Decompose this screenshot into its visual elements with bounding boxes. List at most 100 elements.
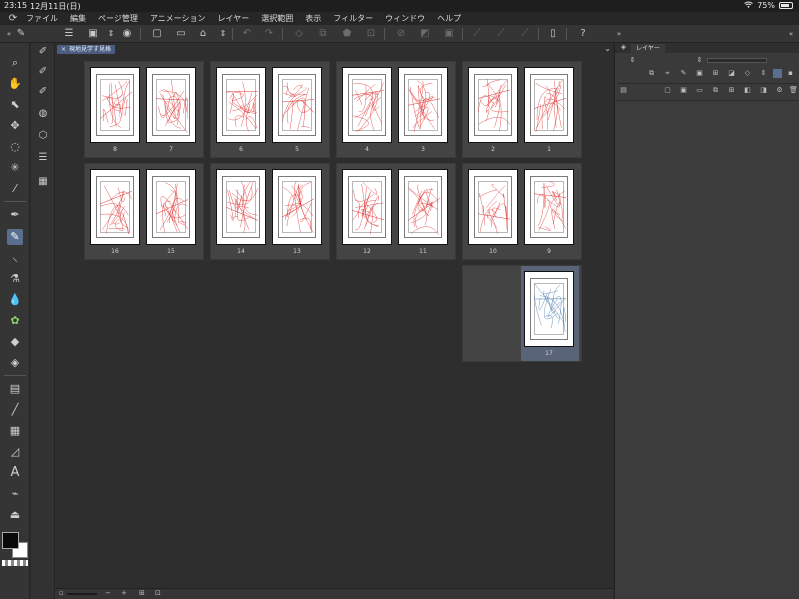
page-thumbnail[interactable] [272, 67, 322, 143]
page-thumbnail[interactable] [272, 169, 322, 245]
combine-layer-icon[interactable]: ⊞ [727, 86, 736, 95]
lasso-icon[interactable]: ◌ [7, 139, 23, 155]
color-stepper-icon[interactable]: ⇕ [759, 69, 768, 78]
transparent-color-swatch[interactable] [2, 560, 28, 566]
page-thumbnail[interactable] [216, 67, 266, 143]
text-icon[interactable]: A [7, 465, 23, 481]
menu-help[interactable]: ヘルプ [437, 13, 461, 24]
pen-icon[interactable]: ✒ [7, 207, 23, 223]
transform-icon[interactable]: ⧉ [316, 27, 330, 41]
page-thumbnail[interactable] [468, 67, 518, 143]
new-vector-layer-icon[interactable]: ▣ [679, 86, 688, 95]
airbrush-icon[interactable]: ⚗ [7, 271, 23, 287]
page-thumbnail[interactable] [524, 271, 574, 347]
redo-icon[interactable]: ↷ [262, 27, 276, 41]
selection-border-icon[interactable]: ▣ [442, 27, 456, 41]
pencil-icon[interactable]: ✎ [7, 229, 23, 245]
clip-studio-logo-icon[interactable]: ⟳ [0, 13, 26, 24]
menu-window[interactable]: ウィンドウ [385, 13, 425, 24]
opacity-stepper-icon[interactable]: ⇕ [695, 56, 704, 65]
balloon-icon[interactable]: ⌁ [7, 486, 23, 502]
new-folder-icon[interactable]: ▭ [695, 86, 704, 95]
reset-view-icon[interactable]: ⊡ [155, 589, 161, 597]
eyedropper-icon[interactable]: ⁄ [7, 181, 23, 197]
brush-icon[interactable]: ⸜ [7, 250, 23, 266]
crop-icon[interactable]: ⊡ [364, 27, 378, 41]
foreground-color-swatch[interactable] [2, 532, 19, 549]
opacity-slider[interactable] [707, 58, 767, 63]
special-ruler-snap-icon[interactable]: ⟋ [494, 27, 508, 41]
transfer-down-icon[interactable]: ⧉ [711, 86, 720, 95]
help-icon[interactable]: ? [576, 27, 590, 41]
grid-subtool-icon[interactable]: ▦ [36, 175, 50, 189]
move-icon[interactable]: ✥ [7, 118, 23, 134]
pen-quick-icon[interactable]: ✎ [14, 27, 28, 41]
page-thumbnail[interactable] [398, 169, 448, 245]
menu-view[interactable]: 表示 [305, 13, 321, 24]
save-stepper-icon[interactable]: ⇕ [216, 27, 230, 41]
menu-page-management[interactable]: ページ管理 [98, 13, 138, 24]
lock-transparency-icon[interactable]: ⊞ [711, 69, 720, 78]
gradient-icon[interactable]: ▦ [7, 423, 23, 439]
page-thumbnail[interactable] [468, 169, 518, 245]
reference-icon[interactable]: ⌖ [663, 69, 672, 78]
close-icon[interactable]: × [61, 45, 66, 54]
page-thumbnail[interactable] [342, 169, 392, 245]
list-subtool-icon[interactable]: ☰ [36, 151, 50, 165]
ruler-icon[interactable]: ◿ [7, 444, 23, 460]
operation-icon[interactable]: ⬉ [7, 97, 23, 113]
cube-subtool-icon[interactable]: ⬡ [36, 129, 50, 143]
figure-line-icon[interactable]: ╱ [7, 402, 23, 418]
eraser-icon[interactable]: ◆ [7, 334, 23, 350]
layer-color-alt-icon[interactable]: ▪ [786, 69, 795, 78]
page-thumbnail[interactable] [146, 169, 196, 245]
collapse-panel-icon[interactable]: « [784, 27, 798, 41]
stepper-icon[interactable]: ⇕ [104, 27, 118, 41]
zoom-slider[interactable] [67, 593, 97, 595]
pencil-subtool-icon[interactable]: ✐ [36, 45, 50, 59]
delete-layer-icon[interactable]: 🗑 [789, 86, 798, 95]
fit-icon[interactable]: ⊞ [139, 589, 145, 597]
clip-icon[interactable]: ⧉ [647, 69, 656, 78]
lock-subtool-icon[interactable]: ◍ [36, 107, 50, 121]
invert-selection-icon[interactable]: ◩ [418, 27, 432, 41]
clear-icon[interactable]: ◇ [292, 27, 306, 41]
mask-icon[interactable]: ◪ [727, 69, 736, 78]
page-thumbnail[interactable] [90, 67, 140, 143]
undo-icon[interactable]: ↶ [240, 27, 254, 41]
page-thumbnail[interactable] [90, 169, 140, 245]
soft-pencil-subtool-icon[interactable]: ✐ [36, 65, 50, 79]
open-folder-icon[interactable]: ▭ [174, 27, 188, 41]
ruler-snap-icon[interactable]: ⟋ [470, 27, 484, 41]
device-icon[interactable]: ▯ [546, 27, 560, 41]
page-thumbnail[interactable] [524, 169, 574, 245]
menu-animation[interactable]: アニメーション [150, 13, 206, 24]
zoom-minus-button[interactable]: − [105, 589, 111, 597]
zoom-icon[interactable]: ⌕ [7, 55, 23, 71]
page-thumbnail[interactable] [524, 67, 574, 143]
layer-settings-icon[interactable]: ⚙ [775, 86, 784, 95]
menu-file[interactable]: ファイル [26, 13, 58, 24]
page-thumbnail[interactable] [342, 67, 392, 143]
blend-mode-stepper-icon[interactable]: ⇕ [628, 56, 637, 65]
collapse-right-icon[interactable]: » [612, 27, 626, 41]
page-thumbnail[interactable] [216, 169, 266, 245]
decoration-icon[interactable]: ✿ [7, 313, 23, 329]
correct-line-icon[interactable]: ⏏ [7, 507, 23, 523]
menu-edit[interactable]: 編集 [70, 13, 86, 24]
ruler-toggle-icon[interactable]: ◇ [743, 69, 752, 78]
menu-layer[interactable]: レイヤー [218, 13, 250, 24]
frame-border-icon[interactable]: ▤ [7, 381, 23, 397]
draft-icon[interactable]: ✎ [679, 69, 688, 78]
grid-snap-icon[interactable]: ⟋ [518, 27, 532, 41]
view-toggle-icon[interactable]: ◉ [120, 27, 134, 41]
save-icon[interactable]: ⌂ [196, 27, 210, 41]
lock-icon[interactable]: ▣ [695, 69, 704, 78]
color-swatches[interactable] [2, 532, 28, 558]
edit-page-icon[interactable]: ▣ [86, 27, 100, 41]
new-raster-layer-icon[interactable]: ▢ [663, 86, 672, 95]
zoom-out-small-icon[interactable]: ▫ [59, 589, 64, 597]
fill-icon[interactable]: ⬟ [340, 27, 354, 41]
menu-filter[interactable]: フィルター [333, 13, 373, 24]
apply-mask-icon[interactable]: ◨ [759, 86, 768, 95]
